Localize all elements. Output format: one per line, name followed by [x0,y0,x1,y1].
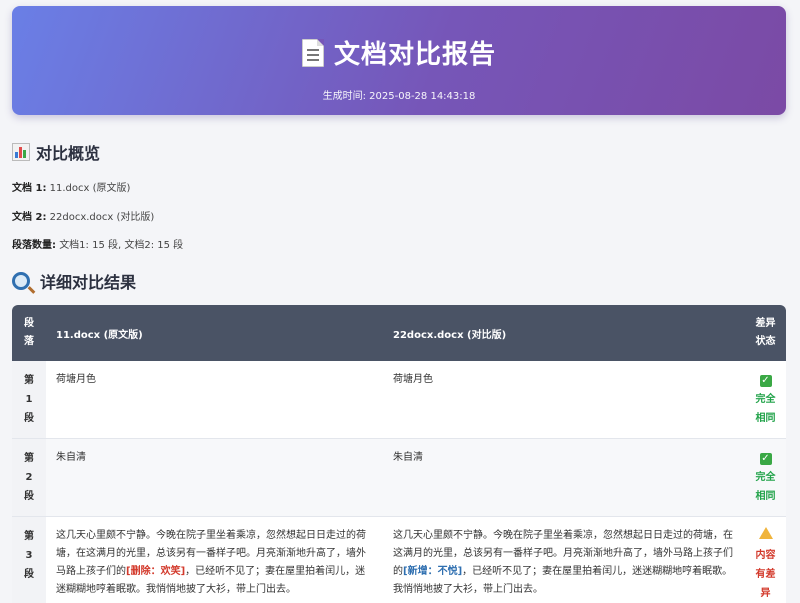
title-row: 文档对比报告 [12,34,786,71]
status-text: 完全相同 [755,472,776,502]
paragraph-count: 段落数量: 文档1: 15 段, 文档2: 15 段 [12,236,183,251]
table-header-row: 段落 11.docx (原文版) 22docx.docx (对比版) 差异状态 [12,305,786,361]
col-doc1: 11.docx (原文版) [46,305,383,361]
row-doc2: 朱自清 [383,439,745,517]
overview-heading-text: 对比概览 [36,144,101,163]
doc2-value: 22docx.docx (对比版) [49,212,155,223]
row-status: ✓ 完全相同 [745,361,786,439]
comparison-table: 段落 11.docx (原文版) 22docx.docx (对比版) 差异状态 … [12,305,786,603]
row-status: ✓ 完全相同 [745,439,786,517]
bar-chart-icon [12,143,30,161]
generated-time: 生成时间: 2025-08-28 14:43:18 [322,91,476,102]
warning-icon [758,527,773,539]
magnifier-icon [12,272,30,290]
table-row: 第1段 荷塘月色 荷塘月色 ✓ 完全相同 [12,361,786,439]
row-doc1: 朱自清 [46,439,383,517]
table-row: 第3段 这几天心里颇不宁静。今晚在院子里坐着乘凉，忽然想起日日走过的荷塘，在这满… [12,517,786,603]
page-title: 文档对比报告 [333,40,496,70]
report-header: 文档对比报告 生成时间: 2025-08-28 14:43:18 [12,6,786,115]
details-heading-text: 详细对比结果 [40,273,137,292]
row-doc2: 荷塘月色 [383,361,745,439]
document-icon [301,38,324,67]
added-text: [新增：不悦] [403,566,463,577]
row-seg: 第1段 [12,361,46,439]
details-heading: 详细对比结果 [12,269,136,293]
row-doc1: 这几天心里颇不宁静。今晚在院子里坐着乘凉，忽然想起日日走过的荷塘，在这满月的光里… [46,517,383,603]
row-seg: 第3段 [12,517,46,603]
row-doc2: 这几天心里颇不宁静。今晚在院子里坐着乘凉，忽然想起日日走过的荷塘，在这满月的光里… [383,517,745,603]
row-doc1: 荷塘月色 [46,361,383,439]
table-row: 第2段 朱自清 朱自清 ✓ 完全相同 [12,439,786,517]
doc2-info: 文档 2: 22docx.docx (对比版) [12,208,154,223]
doc1-label: 文档 1: [12,183,47,194]
col-doc2: 22docx.docx (对比版) [383,305,745,361]
status-text: 完全相同 [755,394,776,424]
col-seg: 段落 [12,305,46,361]
doc2-label: 文档 2: [12,212,47,223]
status-text: 内容有差异 [755,550,776,599]
check-icon: ✓ [759,453,772,465]
deleted-text: [删除：欢笑] [126,566,186,577]
check-icon: ✓ [759,375,772,387]
doc1-value: 11.docx (原文版) [49,183,131,194]
para-label: 段落数量: [12,240,56,251]
col-status: 差异状态 [745,305,786,361]
doc1-info: 文档 1: 11.docx (原文版) [12,179,130,194]
overview-heading: 对比概览 [12,140,100,164]
row-seg: 第2段 [12,439,46,517]
para-value: 文档1: 15 段, 文档2: 15 段 [59,240,184,251]
row-status: 内容有差异 [745,517,786,603]
